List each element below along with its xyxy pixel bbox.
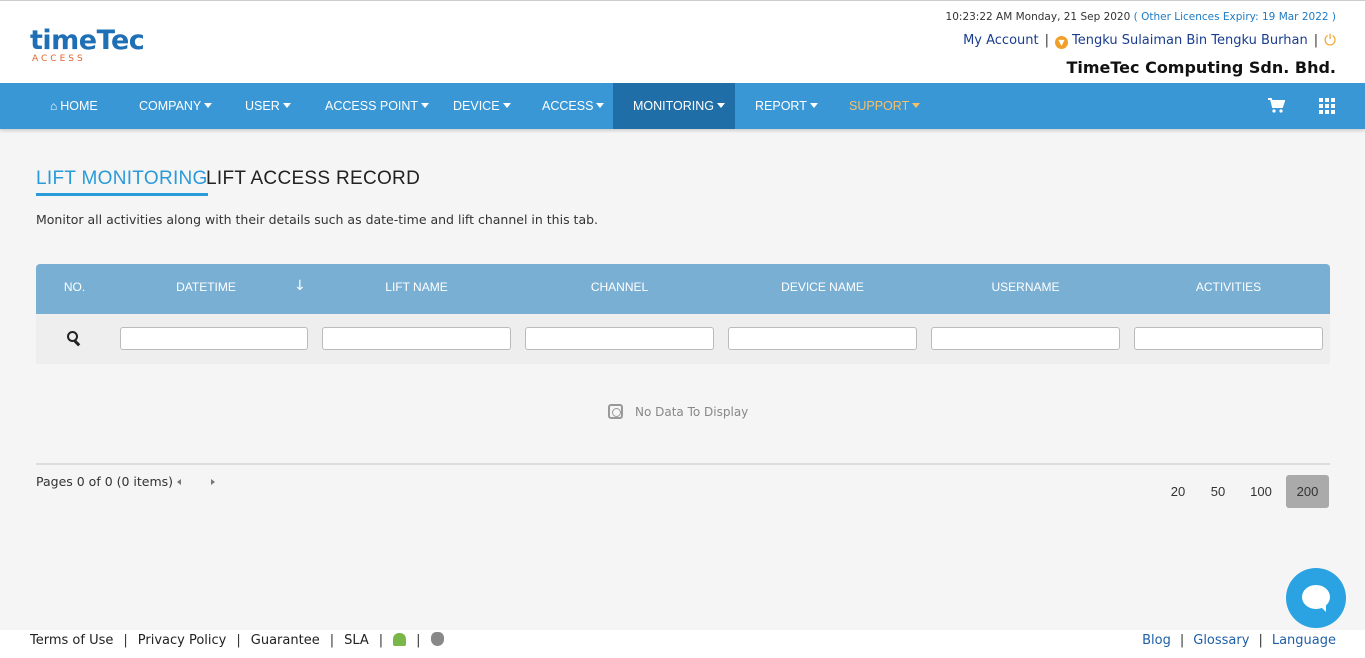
nav-label: SUPPORT	[849, 99, 910, 113]
grid-header: NO. DATETIME ↓ LIFT NAME CHANNEL DEVICE …	[36, 264, 1330, 314]
nav-label: HOME	[60, 99, 98, 113]
footer: Terms of Use | Privacy Policy | Guarantee | SL…	[0, 630, 1365, 658]
footer-left-links: Terms of Use | Privacy Policy | Guarantee | SL…	[30, 632, 444, 650]
filter-datetime-input[interactable]	[120, 327, 308, 350]
column-header-username[interactable]: USERNAME	[924, 264, 1127, 314]
separator: |	[1044, 33, 1049, 48]
caret-down-icon	[204, 103, 213, 108]
search-icon	[67, 331, 81, 347]
user-crown-icon: ▼	[1054, 36, 1068, 49]
nav-company[interactable]: COMPANY	[119, 83, 232, 129]
column-header-device-name[interactable]: DEVICE NAME	[721, 264, 924, 314]
caret-down-icon	[596, 103, 605, 108]
nav-label: USER	[245, 99, 280, 113]
grid-divider	[36, 463, 1330, 465]
nav-home[interactable]: ⌂ HOME	[30, 83, 118, 129]
column-header-datetime[interactable]: DATETIME	[113, 264, 299, 314]
timetec-logo[interactable]: timeTec ACCESS	[30, 23, 145, 67]
filter-row	[36, 314, 1330, 364]
home-icon: ⌂	[50, 99, 58, 113]
guarantee-link[interactable]: Guarantee	[251, 633, 320, 648]
nav-user[interactable]: USER	[225, 83, 311, 129]
nav-label: COMPANY	[139, 99, 202, 113]
caret-down-icon	[282, 103, 291, 108]
nav-label: ACCESS	[542, 99, 594, 113]
caret-down-icon	[421, 103, 430, 108]
nav-label: REPORT	[755, 99, 807, 113]
page-size-50[interactable]: 50	[1203, 475, 1233, 508]
user-name-link[interactable]: Tengku Sulaiman Bin Tengku Burhan	[1072, 33, 1308, 48]
tab-lift-access-record[interactable]: LIFT ACCESS RECORD	[206, 166, 420, 192]
no-data-icon	[608, 404, 623, 419]
datetime-line: 10:23:22 AM Monday, 21 Sep 2020 ( Other …	[946, 10, 1336, 24]
glossary-link[interactable]: Glossary	[1193, 633, 1249, 648]
column-header-activities[interactable]: ACTIVITIES	[1127, 264, 1330, 314]
nav-access-point[interactable]: ACCESS POINT	[305, 83, 449, 129]
column-header-no[interactable]: NO.	[36, 264, 113, 314]
sort-descending-icon[interactable]: ↓	[294, 278, 306, 294]
account-line: My Account | ▼ Tengku Sulaiman Bin Tengku B…	[946, 31, 1336, 50]
company-name: TimeTec Computing Sdn. Bhd.	[1066, 58, 1336, 77]
nav-access[interactable]: ACCESS	[522, 83, 624, 129]
language-link[interactable]: Language	[1272, 633, 1336, 648]
caret-down-icon	[809, 103, 818, 108]
my-account-link[interactable]: My Account	[963, 33, 1039, 48]
filter-channel-input[interactable]	[525, 327, 714, 350]
logo-subtitle: ACCESS	[32, 54, 86, 64]
filter-device-name-input[interactable]	[728, 327, 917, 350]
page-description: Monitor all activities along with their …	[36, 212, 599, 227]
column-header-lift-name[interactable]: LIFT NAME	[315, 264, 518, 314]
nav-report[interactable]: REPORT	[735, 83, 838, 129]
android-icon[interactable]	[393, 633, 407, 646]
filter-lift-name-input[interactable]	[322, 327, 511, 350]
caret-down-icon	[912, 103, 921, 108]
separator: |	[1313, 33, 1319, 48]
apple-icon[interactable]	[430, 632, 444, 646]
pager-info: Pages 0 of 0 (0 items)	[36, 474, 174, 489]
empty-state: No Data To Display	[608, 403, 748, 421]
nav-label: MONITORING	[633, 99, 715, 113]
header-right: 10:23:22 AM Monday, 21 Sep 2020 ( Other …	[946, 10, 1336, 78]
nav-label: DEVICE	[453, 99, 500, 113]
licence-expiry-link[interactable]: ( Other Licences Expiry: 19 Mar 2022 )	[1134, 11, 1336, 23]
apps-grid-icon[interactable]	[1319, 98, 1335, 114]
pager-next-icon[interactable]	[211, 479, 215, 485]
chat-button[interactable]	[1286, 568, 1346, 628]
footer-right-links: Blog | Glossary | Language	[1142, 633, 1336, 648]
page-size-200[interactable]: 200	[1286, 475, 1329, 508]
nav-label: ACCESS POINT	[325, 99, 419, 113]
filter-activities-input[interactable]	[1134, 327, 1323, 350]
privacy-policy-link[interactable]: Privacy Policy	[138, 633, 227, 648]
page-size-20[interactable]: 20	[1163, 475, 1193, 508]
power-logout-icon[interactable]: ⏻	[1324, 31, 1336, 49]
cart-icon[interactable]	[1267, 96, 1286, 114]
nav-monitoring[interactable]: MONITORING	[613, 83, 735, 129]
current-time: 10:23:22 AM Monday, 21 Sep 2020	[945, 11, 1131, 23]
caret-down-icon	[717, 103, 726, 108]
caret-down-icon	[502, 103, 511, 108]
nav-device[interactable]: DEVICE	[433, 83, 531, 129]
main-navbar: ⌂ HOME COMPANY USER ACCESS POINT DEVICE A…	[0, 83, 1365, 129]
tab-lift-monitoring[interactable]: LIFT MONITORING	[36, 166, 208, 196]
sla-link[interactable]: SLA	[344, 633, 369, 648]
terms-of-use-link[interactable]: Terms of Use	[30, 633, 113, 648]
blog-link[interactable]: Blog	[1142, 633, 1171, 648]
nav-support[interactable]: SUPPORT	[829, 83, 940, 129]
column-header-channel[interactable]: CHANNEL	[518, 264, 721, 314]
pager-prev-icon[interactable]	[177, 479, 181, 485]
filter-username-input[interactable]	[931, 327, 1120, 350]
empty-text: No Data To Display	[635, 405, 749, 419]
header: timeTec ACCESS 10:23:22 AM Monday, 21 Se…	[0, 0, 1365, 83]
page-size-100[interactable]: 100	[1243, 475, 1279, 508]
